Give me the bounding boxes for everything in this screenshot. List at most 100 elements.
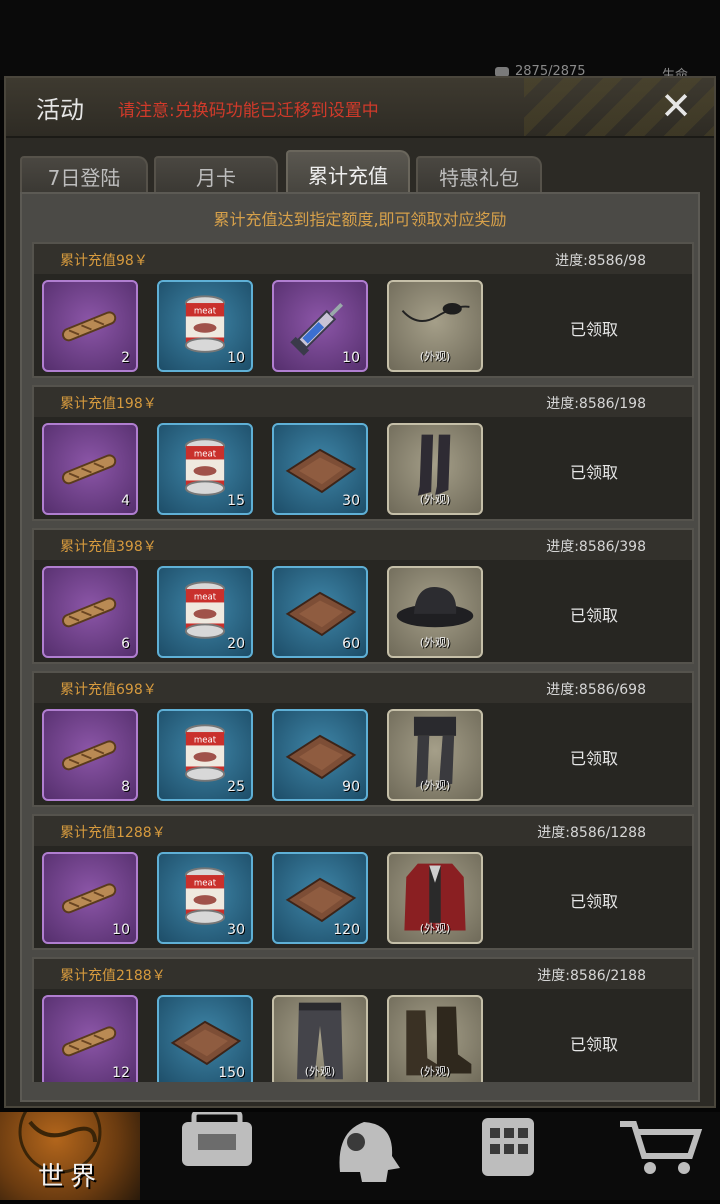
nav-character-button[interactable] [300, 1112, 420, 1200]
appearance-label: (外观) [419, 350, 451, 363]
reward-item-slot[interactable]: meat 25 [157, 709, 253, 801]
reward-item-slot[interactable]: meat 10 [157, 280, 253, 372]
dialog-header: 活动 请注意:兑换码功能已迁移到设置中 ✕ [6, 78, 714, 138]
reward-list[interactable]: 累计充值98￥ 进度:8586/98 2 meat 10 10 (外观) 已领取 累计充值198… [32, 242, 696, 1082]
nav-world-button[interactable]: 世界 [0, 1112, 140, 1200]
dialog-title: 活动 [36, 96, 84, 124]
claimed-status: 已领取 [570, 463, 619, 482]
reward-item-slot[interactable]: (外观) [387, 709, 483, 801]
progress-text: 进度:8586/1288 [537, 825, 646, 841]
item-quantity: 120 [333, 922, 360, 938]
tab-bar: 7日登陆 月卡 累计充值 特惠礼包 [20, 150, 720, 196]
row-header: 累计充值198￥ 进度:8586/198 [34, 387, 692, 417]
item-quantity: 10 [227, 350, 245, 366]
claimed-status: 已领取 [570, 606, 619, 625]
reward-item-slot[interactable]: 30 [272, 423, 368, 515]
reward-item-slot[interactable]: 12 [42, 995, 138, 1082]
svg-text:meat: meat [194, 307, 217, 317]
recharge-tier-title: 累计充值398￥ [60, 539, 157, 555]
progress-text: 进度:8586/98 [555, 253, 646, 269]
progress-text: 进度:8586/398 [546, 539, 646, 555]
recharge-tier-title: 累计充值198￥ [60, 396, 157, 412]
svg-text:meat: meat [194, 736, 217, 746]
reward-row: 累计充值2188￥ 进度:8586/2188 12 150 (外观) (外观) 已领取 [32, 957, 694, 1082]
nav-building-button[interactable] [450, 1112, 570, 1200]
reward-item-slot[interactable]: 2 [42, 280, 138, 372]
reward-item-slot[interactable]: (外观) [387, 423, 483, 515]
reward-item-slot[interactable]: 4 [42, 423, 138, 515]
reward-item-slot[interactable]: 150 [157, 995, 253, 1082]
reward-item-slot[interactable]: 8 [42, 709, 138, 801]
hp-icon [495, 66, 509, 77]
svg-text:meat: meat [194, 879, 217, 889]
redeem-code-notice: 请注意:兑换码功能已迁移到设置中 [118, 101, 379, 121]
tab-cumulative-recharge[interactable]: 累计充值 [286, 150, 410, 196]
svg-text:meat: meat [194, 593, 217, 603]
item-quantity: 10 [342, 350, 360, 366]
row-header: 累计充值98￥ 进度:8586/98 [34, 244, 692, 274]
tab-label: 特惠礼包 [439, 165, 519, 190]
tab-special-pack[interactable]: 特惠礼包 [416, 156, 542, 194]
tab-monthly-card[interactable]: 月卡 [154, 156, 278, 194]
row-header: 累计充值1288￥ 进度:8586/1288 [34, 816, 692, 846]
reward-row: 累计充值198￥ 进度:8586/198 4 meat 15 30 (外观) 已领取 [32, 385, 694, 521]
item-quantity: 8 [121, 779, 130, 795]
reward-item-slot[interactable]: 60 [272, 566, 368, 658]
backpack-icon [182, 1109, 252, 1166]
reward-item-slot[interactable]: (外观) [387, 995, 483, 1082]
item-quantity: 30 [227, 922, 245, 938]
appearance-label: (外观) [304, 1065, 336, 1078]
panel-description: 累计充值达到指定额度,即可领取对应奖励 [213, 210, 507, 229]
reward-item-slot[interactable]: (外观) [387, 852, 483, 944]
reward-item-slot[interactable]: 90 [272, 709, 368, 801]
claimed-status: 已领取 [570, 1035, 619, 1054]
activity-dialog: 活动 请注意:兑换码功能已迁移到设置中 ✕ 7日登陆 月卡 累计充值 特惠礼包 … [4, 76, 716, 1108]
tab-7day-login[interactable]: 7日登陆 [20, 156, 148, 194]
nav-shop-button[interactable] [600, 1112, 720, 1200]
appearance-label: (外观) [419, 1065, 451, 1078]
head-gear-icon [339, 1122, 400, 1182]
reward-item-slot[interactable]: 10 [272, 280, 368, 372]
reward-item-slot[interactable]: 6 [42, 566, 138, 658]
claimed-status: 已领取 [570, 749, 619, 768]
reward-item-slot[interactable]: meat 15 [157, 423, 253, 515]
reward-row: 累计充值98￥ 进度:8586/98 2 meat 10 10 (外观) 已领取 [32, 242, 694, 378]
close-button[interactable]: ✕ [656, 86, 696, 126]
recharge-tier-title: 累计充值98￥ [60, 253, 148, 269]
reward-item-slot[interactable]: (外观) [387, 566, 483, 658]
progress-text: 进度:8586/198 [546, 396, 646, 412]
item-quantity: 2 [121, 350, 130, 366]
item-quantity: 30 [342, 493, 360, 509]
reward-item-slot[interactable]: (外观) [387, 280, 483, 372]
recharge-panel: 累计充值达到指定额度,即可领取对应奖励 累计充值98￥ 进度:8586/98 2 me… [20, 192, 700, 1102]
item-quantity: 20 [227, 636, 245, 652]
tab-label: 月卡 [196, 165, 236, 190]
row-header: 累计充值698￥ 进度:8586/698 [34, 673, 692, 703]
item-quantity: 10 [112, 922, 130, 938]
svg-text:meat: meat [194, 450, 217, 460]
claimed-status: 已领取 [570, 320, 619, 339]
close-icon: ✕ [660, 84, 692, 128]
appearance-label: (外观) [419, 636, 451, 649]
recharge-tier-title: 累计充值2188￥ [60, 968, 166, 984]
building-icon [482, 1118, 534, 1176]
reward-item-slot[interactable]: (外观) [272, 995, 368, 1082]
recharge-tier-title: 累计充值698￥ [60, 682, 157, 698]
reward-row: 累计充值1288￥ 进度:8586/1288 10 meat 30 120 (外观) 已领取 [32, 814, 694, 950]
claimed-status: 已领取 [570, 892, 619, 911]
appearance-label: (外观) [419, 779, 451, 792]
nav-backpack-button[interactable] [150, 1109, 270, 1200]
reward-item-slot[interactable]: meat 20 [157, 566, 253, 658]
progress-text: 进度:8586/2188 [537, 968, 646, 984]
reward-item-slot[interactable]: 10 [42, 852, 138, 944]
appearance-label: (外观) [419, 493, 451, 506]
item-quantity: 4 [121, 493, 130, 509]
item-quantity: 60 [342, 636, 360, 652]
reward-item-slot[interactable]: meat 30 [157, 852, 253, 944]
reward-item-slot[interactable]: 120 [272, 852, 368, 944]
item-quantity: 6 [121, 636, 130, 652]
cart-icon [620, 1121, 703, 1174]
progress-text: 进度:8586/698 [546, 682, 646, 698]
item-quantity: 25 [227, 779, 245, 795]
reward-row: 累计充值698￥ 进度:8586/698 8 meat 25 90 (外观) 已领取 [32, 671, 694, 807]
